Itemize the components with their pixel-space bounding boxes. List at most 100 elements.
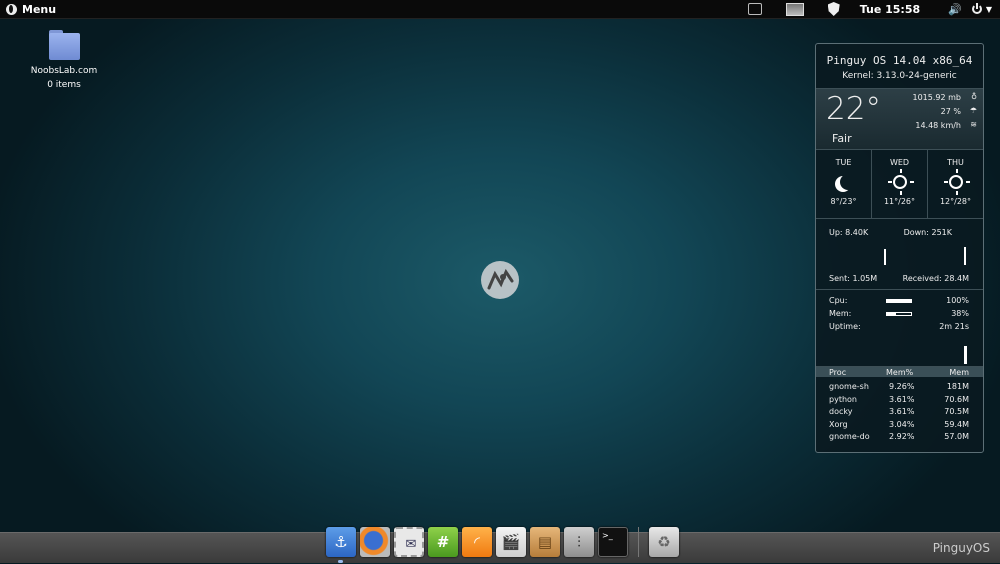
video-clapper-icon[interactable]: 🎬	[496, 527, 526, 557]
cpu-value: 100%	[946, 296, 969, 305]
sun-icon	[887, 175, 914, 189]
volume-icon[interactable]: 🔊	[948, 0, 962, 18]
humidity-value: 27 %	[940, 107, 961, 116]
screen-indicator[interactable]	[747, 0, 762, 18]
pinguy-logo-icon	[481, 261, 519, 299]
system-panel: Cpu: 100% Mem: 38% Uptime: 2m 21s	[816, 290, 983, 367]
folder-icon	[48, 30, 80, 60]
system-header: Pinguy OS 14.04 x86_64 Kernel: 3.13.0-24…	[816, 44, 983, 89]
mem-meter	[886, 312, 912, 316]
network-panel: Up: 8.40K Down: 251K Sent: 1.05M Receive…	[816, 219, 983, 290]
trash-icon[interactable]: ♻	[649, 527, 679, 557]
folder-subtitle: 0 items	[47, 80, 81, 90]
table-row: Xorg 3.04% 59.4M	[816, 419, 983, 432]
process-mem: 59.4M	[944, 419, 969, 429]
kernel-version: Kernel: 3.13.0-24-generic	[842, 71, 957, 81]
process-name: python	[829, 394, 857, 404]
proc-column-header: Proc	[829, 368, 847, 377]
process-mem-percent: 2.92%	[889, 432, 915, 441]
hash-chat-icon[interactable]: #	[428, 527, 458, 557]
table-row: gnome-do 2.92% 57.0M	[816, 431, 983, 444]
brand-label: PinguyOS	[932, 541, 990, 555]
dock: ⚓ ✉ # ◜ 🎬 ▤ ⫶ >_ ♻ PinguyOS	[0, 527, 1000, 563]
dock-items: ⚓ ✉ # ◜ 🎬 ▤ ⫶ >_ ♻	[326, 527, 679, 563]
download-graph	[964, 247, 966, 265]
upload-graph	[884, 249, 886, 265]
forecast-day-label: WED	[889, 158, 910, 167]
table-row: python 3.61% 70.6M	[816, 394, 983, 407]
process-mem-percent: 3.61%	[889, 407, 915, 416]
pressure-icon: ♁	[971, 92, 977, 101]
power-icon	[971, 3, 982, 14]
forecast-range: 12°/28°	[939, 197, 972, 206]
clock[interactable]: Tue 15:58	[860, 0, 920, 18]
rss-feed-icon[interactable]: ◜	[462, 527, 492, 557]
weather-panel: 22° Fair 1015.92 mb ♁ 27 % ☂ 14.48 km/h …	[816, 89, 983, 150]
monitor-icon	[785, 2, 804, 16]
process-panel: Proc Mem% Mem gnome-sh 9.26% 181M python 3.6…	[816, 367, 983, 444]
process-header: Proc Mem% Mem	[816, 367, 983, 377]
folder-name: NoobsLab.com	[30, 66, 98, 76]
mem-value: 38%	[951, 309, 969, 318]
forecast-day-thu: THU 12°/28°	[928, 150, 983, 218]
shield-icon	[827, 2, 840, 16]
cpu-graph	[964, 346, 967, 364]
moon-icon	[840, 174, 856, 190]
file-manager-icon[interactable]: ▤	[530, 527, 560, 557]
globe-icon	[6, 3, 17, 15]
dock-separator	[638, 527, 639, 557]
menu-button[interactable]: Menu	[6, 3, 56, 16]
forecast-range: 11°/26°	[883, 197, 916, 206]
power-menu[interactable]: ▼	[971, 0, 992, 18]
upload-speed: Up: 8.40K	[829, 228, 869, 237]
cpu-label: Cpu:	[829, 296, 848, 305]
process-mem: 70.5M	[944, 407, 969, 416]
mail-stamp-icon[interactable]: ✉	[394, 527, 424, 557]
weather-condition: Fair	[832, 132, 852, 145]
current-temperature: 22°	[826, 91, 881, 127]
process-name: docky	[829, 407, 853, 416]
mem-label: Mem:	[829, 309, 852, 318]
forecast-day-label: THU	[947, 158, 964, 167]
conky-widget: Pinguy OS 14.04 x86_64 Kernel: 3.13.0-24…	[815, 43, 984, 453]
table-row: docky 3.61% 70.5M	[816, 406, 983, 419]
screen-icon	[747, 3, 762, 15]
process-mem: 70.6M	[944, 394, 969, 404]
uptime-label: Uptime:	[829, 322, 861, 331]
forecast-range: 8°/23°	[830, 197, 857, 206]
display-indicator[interactable]	[785, 0, 804, 18]
system-tray: Tue 15:58 🔊 ▼	[747, 0, 1000, 18]
desktop-folder[interactable]: NoobsLab.com 0 items	[28, 30, 100, 92]
uptime-value: 2m 21s	[939, 322, 969, 331]
download-speed: Down: 251K	[903, 228, 952, 237]
forecast-panel: TUE 8°/23° WED 11°/26° THU 12°/28°	[816, 150, 983, 219]
process-mem: 57.0M	[944, 432, 969, 441]
sun-icon	[943, 175, 970, 189]
docky-anchor-icon[interactable]: ⚓	[326, 527, 356, 563]
process-mem-percent: 3.61%	[889, 394, 915, 404]
wind-value: 14.48 km/h	[915, 121, 961, 130]
mixer-settings-icon[interactable]: ⫶	[564, 527, 594, 557]
os-name: Pinguy OS 14.04 x86_64	[826, 54, 973, 67]
cpu-meter	[886, 299, 912, 303]
terminal-icon[interactable]: >_	[598, 527, 628, 557]
forecast-day-wed: WED 11°/26°	[872, 150, 928, 218]
total-sent: Sent: 1.05M	[829, 274, 878, 283]
process-mem: 181M	[946, 382, 969, 391]
process-mem-percent: 9.26%	[889, 382, 915, 391]
table-row: gnome-sh 9.26% 181M	[816, 381, 983, 394]
mem-column-header: Mem	[949, 368, 969, 377]
forecast-day-tue: TUE 8°/23°	[816, 150, 872, 218]
pressure-value: 1015.92 mb	[912, 93, 962, 102]
wind-icon: ≋	[970, 120, 977, 129]
process-mem-percent: 3.04%	[889, 419, 915, 429]
mem-percent-column-header: Mem%	[886, 368, 914, 377]
top-panel: Menu Tue 15:58 🔊 ▼	[0, 0, 1000, 19]
firefox-icon[interactable]	[360, 527, 390, 557]
menu-label: Menu	[22, 2, 57, 16]
security-indicator[interactable]	[827, 0, 840, 18]
total-received: Received: 28.4M	[902, 274, 969, 283]
process-name: gnome-sh	[829, 382, 869, 391]
process-name: gnome-do	[829, 432, 870, 441]
process-name: Xorg	[829, 419, 848, 429]
